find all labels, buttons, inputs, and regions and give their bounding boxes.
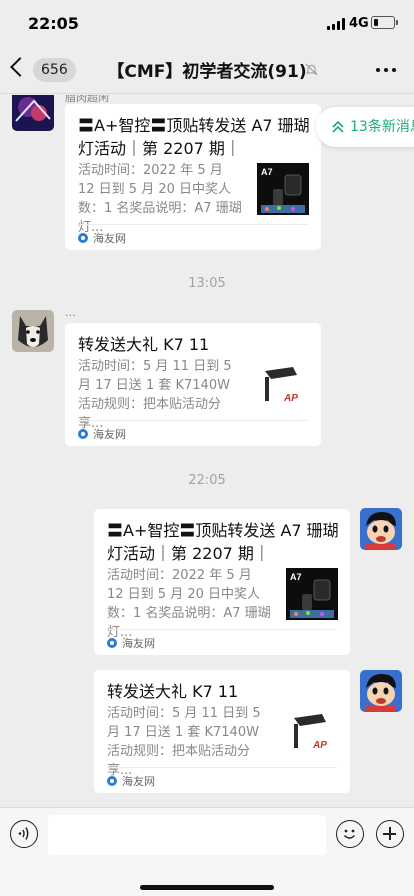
avatar-husky-image (12, 310, 54, 352)
card-footer: 海友网 (107, 767, 337, 793)
new-messages-label: 13条新消息 (350, 119, 414, 135)
card-thumbnail-a7: A7 (286, 568, 338, 620)
source-logo-icon (78, 233, 88, 243)
shared-article-card[interactable]: 〓A+智控〓顶贴转发送 A7 珊瑚灯活动｜第 2207 期｜ 活动时间：2022… (94, 509, 350, 655)
thumbnail-k7-label: AP (312, 740, 327, 751)
card-source: 海友网 (93, 428, 126, 441)
card-source: 海友网 (93, 232, 126, 245)
sender-avatar[interactable] (12, 95, 54, 131)
message-timestamp: 13:05 (188, 276, 226, 291)
sender-name: ... (65, 306, 76, 319)
double-chevron-up-icon (332, 120, 344, 133)
voice-input-icon[interactable] (10, 820, 38, 848)
network-type: 4G (349, 16, 369, 31)
battery-icon (371, 16, 398, 29)
chat-input-bar (0, 807, 414, 896)
shared-article-card[interactable]: 〓A+智控〓顶贴转发送 A7 珊瑚灯活动｜第 2207 期｜ 活动时间：2022… (65, 104, 321, 250)
card-source: 海友网 (122, 637, 155, 650)
card-footer: 海友网 (78, 420, 308, 446)
card-title: 转发送大礼 K7 11 (78, 335, 210, 354)
chat-header: 656 【CMF】初学者交流(91) (0, 44, 414, 94)
thumbnail-a7-label: A7 (290, 572, 302, 582)
card-title: 〓A+智控〓顶贴转发送 A7 珊瑚灯活动｜第 2207 期｜ (107, 521, 339, 563)
card-footer: 海友网 (107, 629, 337, 655)
emoji-icon[interactable] (336, 820, 364, 848)
status-time: 22:05 (28, 14, 79, 33)
card-footer: 海友网 (78, 224, 308, 250)
sender-avatar[interactable] (12, 310, 54, 352)
home-indicator[interactable] (140, 885, 274, 890)
status-bar: 22:05 4G (0, 0, 414, 44)
chat-title[interactable]: 【CMF】初学者交流(91) (0, 57, 414, 82)
my-avatar[interactable] (360, 508, 402, 550)
mute-bell-icon (305, 63, 318, 76)
avatar-cartoon-image (360, 508, 402, 550)
battery-level (373, 18, 378, 26)
thumbnail-a7-label: A7 (261, 167, 273, 177)
shared-article-card[interactable]: 转发送大礼 K7 11 活动时间：5 月 11 日到 5 月 17 日送 1 套… (65, 323, 321, 446)
card-thumbnail-k7: AP (257, 359, 309, 411)
new-messages-button[interactable]: 13条新消息 (316, 107, 414, 147)
chat-title-text: 【CMF】初学者交流(91) (107, 62, 307, 82)
message-list[interactable]: 脂肉超闲 〓A+智控〓顶贴转发送 A7 珊瑚灯活动｜第 2207 期｜ 活动时间… (0, 95, 414, 807)
signal-strength-icon (327, 18, 345, 30)
message-timestamp: 22:05 (188, 473, 226, 488)
my-avatar[interactable] (360, 670, 402, 712)
card-thumbnail-k7: AP (286, 706, 338, 758)
card-source: 海友网 (122, 775, 155, 788)
source-logo-icon (78, 429, 88, 439)
shared-article-card[interactable]: 转发送大礼 K7 11 活动时间：5 月 11 日到 5 月 17 日送 1 套… (94, 670, 350, 793)
more-options-icon[interactable] (376, 68, 396, 72)
avatar-galaxy-image (12, 95, 54, 131)
message-input[interactable] (48, 815, 326, 855)
source-logo-icon (107, 776, 117, 786)
card-thumbnail-a7: A7 (257, 163, 309, 215)
card-title: 〓A+智控〓顶贴转发送 A7 珊瑚灯活动｜第 2207 期｜ (78, 116, 310, 158)
source-logo-icon (107, 638, 117, 648)
plus-more-icon[interactable] (376, 820, 404, 848)
thumbnail-k7-label: AP (283, 393, 298, 404)
card-title: 转发送大礼 K7 11 (107, 682, 239, 701)
avatar-cartoon-image (360, 670, 402, 712)
